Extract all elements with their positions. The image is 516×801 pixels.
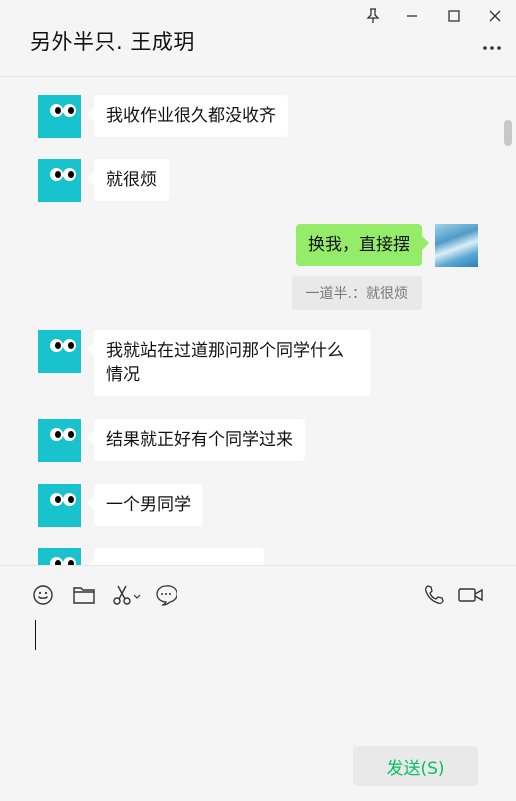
contact-avatar[interactable] xyxy=(38,330,81,373)
message-bubble[interactable]: 一个男同学 xyxy=(94,484,203,526)
send-button[interactable]: 发送(S) xyxy=(353,746,478,786)
more-options-icon[interactable] xyxy=(480,40,504,56)
chat-window: 另外半只. 王成玥 我收作业很久都没收齐 就很烦 换我，直接摆 一道半.：就很烦… xyxy=(0,0,516,801)
input-area: 发送(S) xyxy=(0,565,516,801)
message-bubble[interactable]: 我收作业很久都没收齐 xyxy=(94,95,288,137)
message-bubble-partial[interactable] xyxy=(94,548,264,565)
chat-header: 另外半只. 王成玥 xyxy=(0,0,516,77)
message-bubble[interactable]: 我就站在过道那问那个同学什么情况 xyxy=(94,330,371,396)
video-call-icon[interactable] xyxy=(457,582,485,608)
message-bubble-mine[interactable]: 换我，直接摆 xyxy=(296,224,422,266)
message-input[interactable] xyxy=(30,616,486,736)
scissors-icon[interactable] xyxy=(111,582,143,608)
message-bubble[interactable]: 结果就正好有个同学过来 xyxy=(94,419,305,461)
maximize-icon[interactable] xyxy=(443,6,465,26)
chat-title: 另外半只. 王成玥 xyxy=(30,30,195,54)
pin-icon[interactable] xyxy=(362,6,384,26)
folder-icon[interactable] xyxy=(71,582,97,608)
contact-avatar[interactable] xyxy=(38,419,81,462)
close-icon[interactable] xyxy=(484,6,506,26)
contact-avatar[interactable] xyxy=(38,548,81,565)
contact-avatar[interactable] xyxy=(38,484,81,527)
contact-avatar[interactable] xyxy=(38,95,81,138)
message-list[interactable]: 我收作业很久都没收齐 就很烦 换我，直接摆 一道半.：就很烦 我就站在过道那问那… xyxy=(0,77,516,565)
contact-avatar[interactable] xyxy=(38,159,81,202)
my-avatar[interactable] xyxy=(435,224,478,267)
message-bubble[interactable]: 就很烦 xyxy=(94,159,169,201)
phone-icon[interactable] xyxy=(421,582,447,608)
scrollbar[interactable] xyxy=(504,120,512,146)
quoted-message[interactable]: 一道半.：就很烦 xyxy=(291,276,422,310)
chat-history-icon[interactable] xyxy=(153,582,179,608)
emoji-icon[interactable] xyxy=(30,582,56,608)
minimize-icon[interactable] xyxy=(401,6,423,26)
